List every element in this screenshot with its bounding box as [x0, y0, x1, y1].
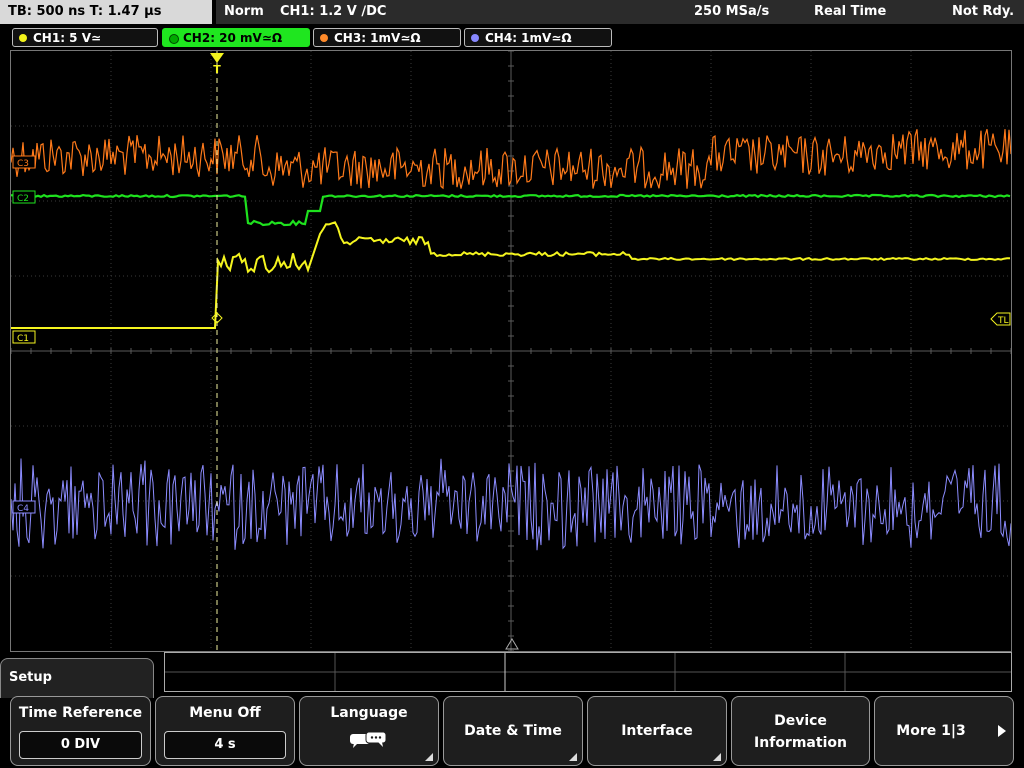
softkey-label: Time Reference — [18, 705, 143, 721]
zoom-overview — [164, 652, 1012, 692]
channel-tab-ch3[interactable]: CH3: 1mV≃Ω — [313, 28, 461, 47]
channel-tab-ch1[interactable]: CH1: 5 V≃ — [12, 28, 158, 47]
softkey-label-2: Information — [754, 735, 847, 751]
speech-bubbles-icon — [350, 731, 387, 748]
time-reference-value: 0 DIV — [19, 731, 142, 759]
submenu-corner-icon — [569, 753, 577, 761]
ch3-dot-icon — [320, 34, 328, 42]
sample-rate: 250 MSa/s — [694, 4, 770, 19]
softkey-label: Language — [330, 705, 408, 721]
ch4-label: CH4: 1mV≃Ω — [485, 31, 572, 45]
ch4-dot-icon — [471, 34, 479, 42]
run-state: Not Rdy. — [952, 4, 1015, 19]
ch4-ground-label: C4 — [17, 504, 29, 514]
ch2-dot-icon — [169, 34, 179, 44]
softkey-label: Interface — [621, 723, 693, 739]
channel-tab-ch2[interactable]: CH2: 20 mV≃Ω — [162, 28, 310, 47]
status-bar: TB: 500 ns T: 1.47 µs Norm CH1: 1.2 V ∕D… — [0, 0, 1024, 24]
more-softkey[interactable]: More 1|3 — [874, 696, 1014, 766]
device-information-softkey[interactable]: Device Information — [731, 696, 870, 766]
acquisition-info: Norm CH1: 1.2 V ∕DC 250 MSa/s Real Time … — [216, 0, 1024, 24]
softkey-label: Date & Time — [464, 723, 562, 739]
softkey-label: Device — [774, 713, 827, 729]
graticule: T C3 C2 C1 C4 TL — [11, 51, 1011, 651]
ch2-ground-label: C2 — [17, 194, 29, 204]
trigger-mode[interactable]: Norm — [224, 0, 264, 24]
ch2-label: CH2: 20 mV≃Ω — [183, 31, 283, 45]
menu-title: Setup — [0, 658, 154, 698]
softkey-label: Menu Off — [189, 705, 261, 721]
ch1-dot-icon — [19, 34, 27, 42]
date-time-softkey[interactable]: Date & Time — [443, 696, 583, 766]
time-reference-softkey[interactable]: Time Reference 0 DIV — [10, 696, 151, 766]
ch1-label: CH1: 5 V≃ — [33, 31, 102, 45]
channel-tab-ch4[interactable]: CH4: 1mV≃Ω — [464, 28, 612, 47]
language-softkey[interactable]: Language — [299, 696, 439, 766]
menu-off-softkey[interactable]: Menu Off 4 s — [155, 696, 295, 766]
menu-off-value: 4 s — [164, 731, 286, 759]
trigger-marker-label: T — [213, 63, 221, 76]
time-reference-icon — [505, 638, 519, 650]
trigger-level-label: TL — [997, 316, 1009, 326]
play-arrow-icon — [998, 725, 1006, 737]
timebase-readout[interactable]: TB: 500 ns T: 1.47 µs — [0, 0, 212, 24]
trigger-source[interactable]: CH1: 1.2 V ∕DC — [280, 0, 386, 24]
ch1-ground-label: C1 — [17, 334, 29, 344]
ch3-ground-label: C3 — [17, 159, 29, 169]
acquisition-mode: Real Time — [814, 4, 887, 19]
softkey-label: More 1|3 — [896, 723, 966, 739]
interface-softkey[interactable]: Interface — [587, 696, 727, 766]
ch3-label: CH3: 1mV≃Ω — [334, 31, 421, 45]
waveform-display[interactable]: T C3 C2 C1 C4 TL — [10, 50, 1012, 652]
submenu-corner-icon — [425, 753, 433, 761]
trigger-position-icon — [210, 53, 224, 63]
submenu-corner-icon — [713, 753, 721, 761]
